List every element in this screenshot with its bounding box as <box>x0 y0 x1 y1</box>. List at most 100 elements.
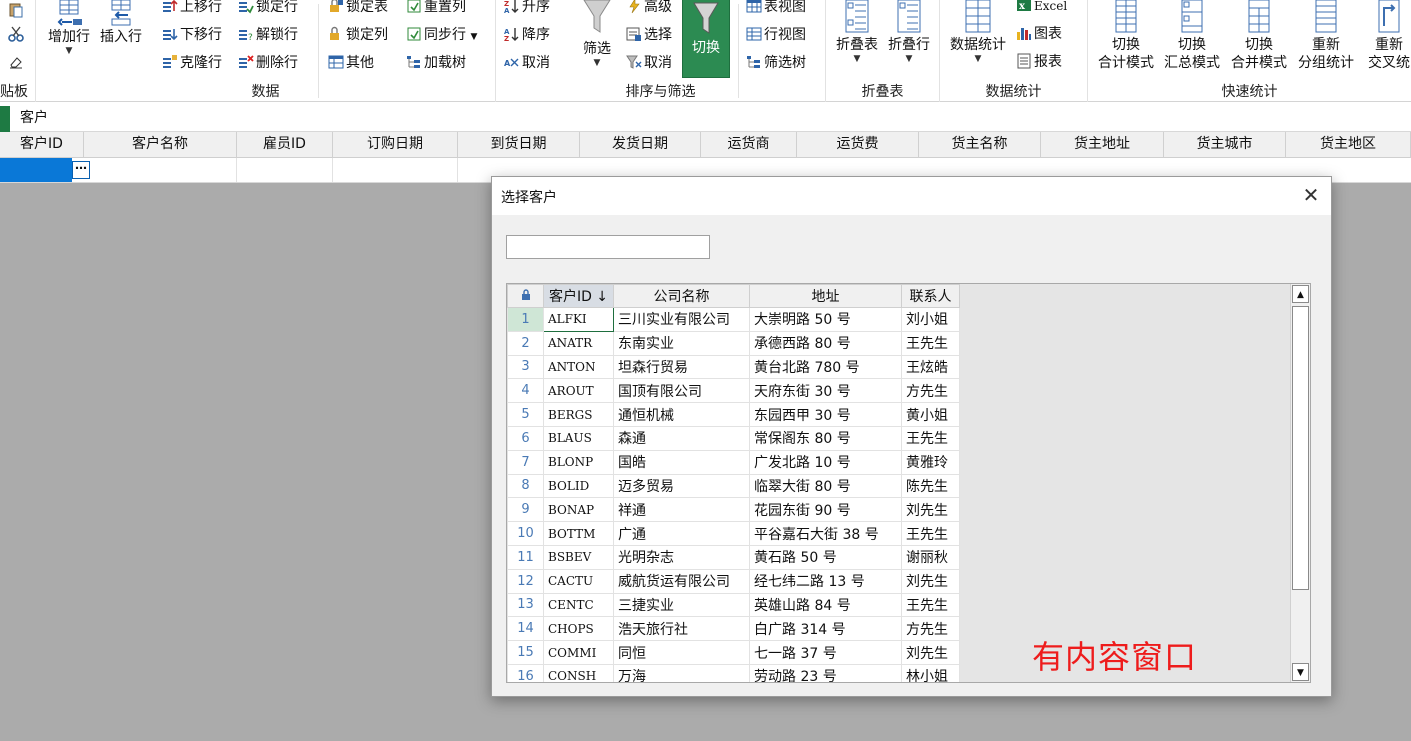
unlock-row-button[interactable]: ? 解锁行 <box>238 24 298 46</box>
contact-cell[interactable]: 王先生 <box>901 425 960 451</box>
row-view-button[interactable]: 行视图 <box>746 24 806 46</box>
column-header[interactable]: 雇员ID <box>237 132 333 158</box>
company-name-cell[interactable]: 坦森行贸易 <box>613 354 750 380</box>
address-cell[interactable]: 天府东街 30 号 <box>749 378 902 404</box>
table-row[interactable]: 11 BSBEV 光明杂志 黄石路 50 号谢丽秋 <box>507 544 960 570</box>
company-name-cell[interactable]: 同恒 <box>613 640 750 665</box>
cut-icon[interactable] <box>8 24 26 46</box>
column-header[interactable]: 货主城市 <box>1164 132 1286 158</box>
regroup-stats-button[interactable]: 重新 分组统计 <box>1294 0 1358 72</box>
scroll-down-icon[interactable]: ▼ <box>1292 663 1309 681</box>
table-row[interactable]: 14 CHOPS 浩天旅行社 白广路 314 号方先生 <box>507 616 960 642</box>
load-tree-button[interactable]: 加载树 <box>406 52 466 74</box>
address-cell[interactable]: 常保阁东 80 号 <box>749 425 902 451</box>
table-row[interactable]: 3 ANTON 坦森行贸易 黄台北路 780 号王炫皓 <box>507 354 960 380</box>
address-cell[interactable]: 东园西甲 30 号 <box>749 402 902 427</box>
customer-id-cell[interactable]: BLAUS <box>543 425 614 451</box>
column-header-contact[interactable]: 联系人 <box>901 284 960 308</box>
company-name-cell[interactable]: 广通 <box>613 521 750 546</box>
contact-cell[interactable]: 方先生 <box>901 378 960 404</box>
fold-table-button[interactable]: 折叠表 ▼ <box>832 0 882 64</box>
insert-row-button[interactable]: 插入行 <box>98 0 144 46</box>
sort-desc-button[interactable]: A Z 降序 <box>504 24 550 46</box>
cancel-filter-button[interactable]: 取消 <box>626 52 672 74</box>
company-name-cell[interactable]: 国皓 <box>613 449 750 475</box>
column-header-company-name[interactable]: 公司名称 <box>613 284 750 308</box>
recross-stats-button[interactable]: 重新 交叉统 <box>1361 0 1411 72</box>
customer-id-cell[interactable]: CENTC <box>543 592 614 618</box>
lock-table-button[interactable]: 锁定表 <box>328 0 388 18</box>
column-header-customer-id[interactable]: 客户ID ↓ <box>543 284 614 308</box>
delete-row-button[interactable]: 删除行 <box>238 52 298 74</box>
sync-row-button[interactable]: 同步行 ▼ <box>406 24 477 46</box>
customer-id-cell[interactable]: BOLID <box>543 473 614 499</box>
table-row[interactable]: 8 BOLID 迈多贸易 临翠大街 80 号陈先生 <box>507 473 960 499</box>
column-header-address[interactable]: 地址 <box>749 284 902 308</box>
clone-row-button[interactable]: 克隆行 <box>162 52 222 74</box>
scroll-thumb[interactable] <box>1292 306 1309 590</box>
contact-cell[interactable]: 方先生 <box>901 616 960 642</box>
address-cell[interactable]: 广发北路 10 号 <box>749 449 902 475</box>
paste-icon[interactable] <box>8 0 26 22</box>
close-icon[interactable]: ✕ <box>1299 183 1323 207</box>
excel-button[interactable]: x Excel <box>1016 0 1067 17</box>
column-header[interactable]: 运货费 <box>797 132 919 158</box>
toggle-filter-button[interactable]: 切换 <box>682 0 730 78</box>
address-cell[interactable]: 承德西路 80 号 <box>749 330 902 356</box>
table-cell[interactable] <box>237 158 333 182</box>
contact-cell[interactable]: 刘小姐 <box>901 307 960 332</box>
customer-id-cell[interactable]: ANATR <box>543 330 614 356</box>
customer-id-cell[interactable]: ANTON <box>543 354 614 380</box>
table-row[interactable]: 12 CACTU 威航货运有限公司 经七纬二路 13 号刘先生 <box>507 568 960 594</box>
table-row[interactable]: 7 BLONP 国皓 广发北路 10 号黄雅玲 <box>507 449 960 475</box>
contact-cell[interactable]: 谢丽秋 <box>901 544 960 570</box>
table-row[interactable]: 2 ANATR 东南实业 承德西路 80 号王先生 <box>507 330 960 356</box>
move-up-button[interactable]: 上移行 <box>162 0 222 18</box>
contact-cell[interactable]: 黄小姐 <box>901 402 960 427</box>
contact-cell[interactable]: 王先生 <box>901 521 960 546</box>
column-header[interactable]: 客户ID <box>0 132 84 158</box>
address-cell[interactable]: 临翠大街 80 号 <box>749 473 902 499</box>
contact-cell[interactable]: 林小姐 <box>901 663 960 682</box>
contact-cell[interactable]: 陈先生 <box>901 473 960 499</box>
company-name-cell[interactable]: 祥通 <box>613 497 750 523</box>
customer-id-cell-editing[interactable] <box>0 158 72 182</box>
scroll-up-icon[interactable]: ▲ <box>1292 285 1309 303</box>
contact-cell[interactable]: 王炫皓 <box>901 354 960 380</box>
column-header[interactable]: 订购日期 <box>333 132 458 158</box>
cancel-sort-button[interactable]: A 取消 <box>504 52 550 74</box>
lock-icon[interactable] <box>507 284 544 308</box>
data-stats-button[interactable]: 数据统计 ▼ <box>946 0 1010 64</box>
toggle-merge-mode-button[interactable]: 切换 合并模式 <box>1227 0 1291 72</box>
address-cell[interactable]: 英雄山路 84 号 <box>749 592 902 618</box>
customer-id-cell[interactable]: COMMI <box>543 640 614 665</box>
address-cell[interactable]: 经七纬二路 13 号 <box>749 568 902 594</box>
address-cell[interactable]: 花园东街 90 号 <box>749 497 902 523</box>
contact-cell[interactable]: 黄雅玲 <box>901 449 960 475</box>
customer-id-cell[interactable]: CONSH <box>543 663 614 682</box>
table-cell[interactable] <box>333 158 458 182</box>
vertical-scrollbar[interactable]: ▲ ▼ <box>1290 284 1310 682</box>
add-row-button[interactable]: 增加行 ▼ <box>46 0 92 56</box>
chart-button[interactable]: 图表 <box>1016 23 1062 45</box>
column-header[interactable]: 发货日期 <box>580 132 701 158</box>
table-view-button[interactable]: 表视图 <box>746 0 806 18</box>
table-row[interactable]: 9 BONAP 祥通 花园东街 90 号刘先生 <box>507 497 960 523</box>
report-button[interactable]: 报表 <box>1016 51 1062 73</box>
eraser-icon[interactable] <box>8 52 26 74</box>
address-cell[interactable]: 黄石路 50 号 <box>749 544 902 570</box>
sort-asc-button[interactable]: Z A 升序 <box>504 0 550 18</box>
contact-cell[interactable]: 刘先生 <box>901 640 960 665</box>
customer-id-cell[interactable]: ALFKI <box>543 307 614 332</box>
column-header[interactable]: 运货商 <box>701 132 797 158</box>
customer-id-cell[interactable]: AROUT <box>543 378 614 404</box>
customer-id-cell[interactable]: CHOPS <box>543 616 614 642</box>
company-name-cell[interactable]: 浩天旅行社 <box>613 616 750 642</box>
company-name-cell[interactable]: 通恒机械 <box>613 402 750 427</box>
customer-id-cell[interactable]: CACTU <box>543 568 614 594</box>
company-name-cell[interactable]: 三川实业有限公司 <box>613 307 750 332</box>
table-row[interactable]: 4 AROUT 国顶有限公司 天府东街 30 号方先生 <box>507 378 960 404</box>
toggle-total-mode-button[interactable]: 切换 合计模式 <box>1094 0 1158 72</box>
other-button[interactable]: 其他 <box>328 52 374 74</box>
company-name-cell[interactable]: 森通 <box>613 425 750 451</box>
